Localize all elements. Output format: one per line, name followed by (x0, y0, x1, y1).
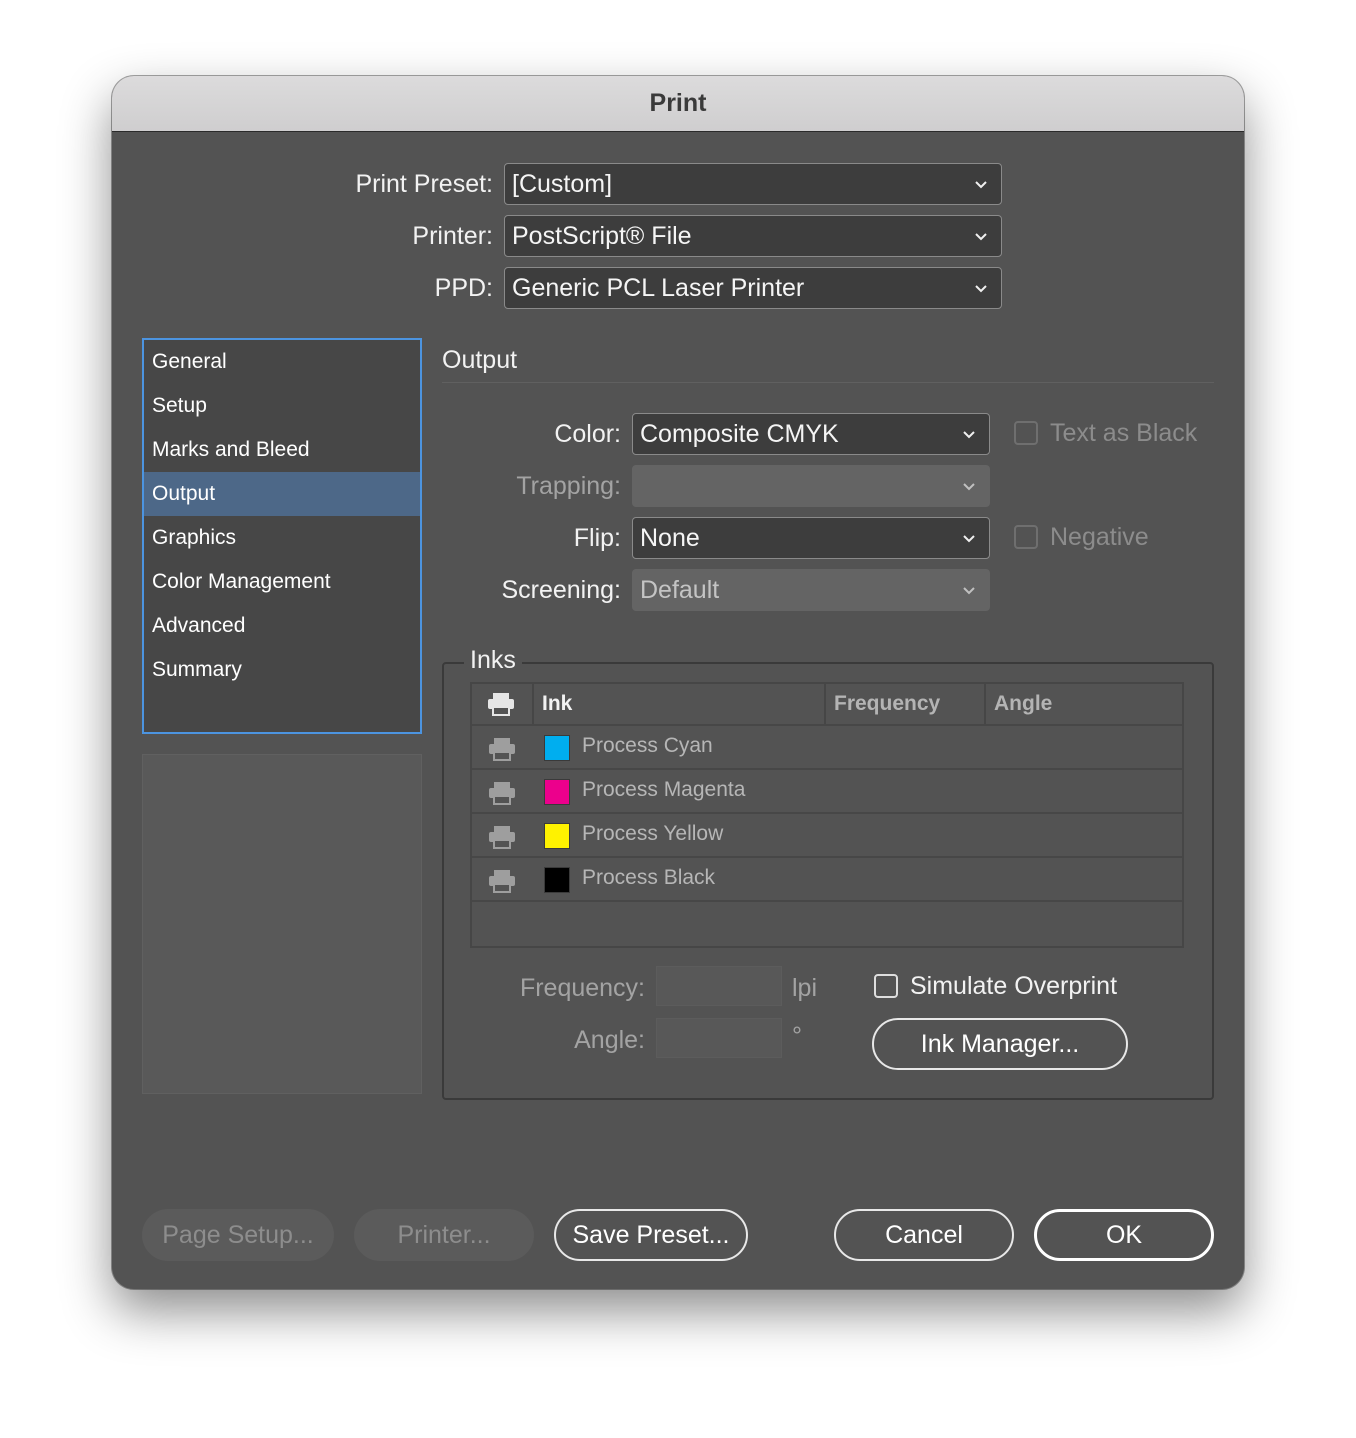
inks-table: Ink Frequency Angle Process Cyan Process… (470, 682, 1184, 948)
screening-select[interactable]: Default (632, 569, 990, 611)
color-value: Composite CMYK (640, 420, 839, 448)
chevron-down-icon (961, 530, 977, 546)
frequency-input[interactable] (656, 966, 782, 1006)
flip-label: Flip: (573, 524, 621, 552)
ink-column-header: Ink (534, 684, 826, 726)
table-row[interactable]: Process Cyan (472, 724, 1182, 768)
trapping-label: Trapping: (516, 472, 621, 500)
simulate-overprint-label: Simulate Overprint (910, 972, 1118, 1000)
flip-select[interactable]: None (632, 517, 990, 559)
table-row[interactable]: Process Magenta (472, 768, 1182, 812)
ppd-value: Generic PCL Laser Printer (512, 274, 805, 302)
printer-icon[interactable] (488, 781, 516, 805)
dialog-title: Print (112, 76, 1244, 132)
chevron-down-icon (973, 280, 989, 296)
page-setup-button[interactable]: Page Setup... (142, 1209, 334, 1261)
color-label: Color: (554, 420, 621, 448)
black-swatch (544, 867, 570, 893)
cyan-swatch (544, 735, 570, 761)
yellow-swatch (544, 823, 570, 849)
print-dialog: Print Print Preset: [Custom] Printer: Po… (112, 76, 1244, 1289)
text-as-black-label: Text as Black (1050, 419, 1198, 447)
printer-label: Printer: (412, 222, 493, 250)
trapping-select[interactable] (632, 465, 990, 507)
table-row-empty (472, 900, 1182, 946)
inks-group-title: Inks (464, 646, 522, 675)
page-preview (142, 754, 422, 1094)
printer-icon[interactable] (488, 869, 516, 893)
ink-name: Process Magenta (582, 778, 746, 801)
printer-icon[interactable] (488, 825, 516, 849)
simulate-overprint-checkbox[interactable] (874, 974, 898, 998)
table-row[interactable]: Process Yellow (472, 812, 1182, 856)
printer-select[interactable]: PostScript® File (504, 215, 1002, 257)
chevron-down-icon (961, 582, 977, 598)
frequency-column-header: Frequency (826, 684, 986, 726)
sidebar-item-setup[interactable]: Setup (144, 384, 420, 428)
sidebar-item-summary[interactable]: Summary (144, 648, 420, 692)
ink-manager-button[interactable]: Ink Manager... (872, 1018, 1128, 1070)
ok-button[interactable]: OK (1034, 1209, 1214, 1261)
cancel-button[interactable]: Cancel (834, 1209, 1014, 1261)
printer-icon (488, 693, 514, 716)
screening-value: Default (640, 576, 720, 604)
flip-value: None (640, 524, 700, 552)
print-column-header (472, 684, 534, 726)
printer-value: PostScript® File (512, 222, 692, 250)
ink-name: Process Yellow (582, 822, 724, 845)
print-preset-label: Print Preset: (355, 170, 493, 198)
sidebar-item-advanced[interactable]: Advanced (144, 604, 420, 648)
magenta-swatch (544, 779, 570, 805)
frequency-label: Frequency: (519, 974, 645, 1002)
sidebar-item-marks-and-bleed[interactable]: Marks and Bleed (144, 428, 420, 472)
ppd-label: PPD: (434, 274, 493, 302)
print-preset-value: [Custom] (512, 170, 613, 198)
angle-label: Angle: (574, 1026, 645, 1054)
table-row[interactable]: Process Black (472, 856, 1182, 900)
section-divider (442, 382, 1214, 383)
text-as-black-checkbox[interactable] (1014, 421, 1038, 445)
angle-unit: ° (792, 1022, 802, 1050)
ink-name: Process Black (582, 866, 716, 889)
chevron-down-icon (973, 228, 989, 244)
print-preset-select[interactable]: [Custom] (504, 163, 1002, 205)
printer-button[interactable]: Printer... (354, 1209, 534, 1261)
angle-input[interactable] (656, 1018, 782, 1058)
angle-column-header: Angle (994, 692, 1053, 715)
sidebar-item-output[interactable]: Output (144, 472, 420, 516)
save-preset-button[interactable]: Save Preset... (554, 1209, 748, 1261)
color-select[interactable]: Composite CMYK (632, 413, 990, 455)
frequency-unit: lpi (792, 974, 818, 1002)
ink-name: Process Cyan (582, 734, 713, 757)
sidebar-item-general[interactable]: General (144, 340, 420, 384)
ppd-select[interactable]: Generic PCL Laser Printer (504, 267, 1002, 309)
negative-label: Negative (1050, 523, 1149, 551)
chevron-down-icon (961, 478, 977, 494)
sidebar-item-graphics[interactable]: Graphics (144, 516, 420, 560)
chevron-down-icon (961, 426, 977, 442)
category-list: General Setup Marks and Bleed Output Gra… (142, 338, 422, 734)
section-title: Output (442, 346, 518, 374)
screening-label: Screening: (501, 576, 621, 604)
chevron-down-icon (973, 176, 989, 192)
printer-icon[interactable] (488, 737, 516, 761)
negative-checkbox[interactable] (1014, 525, 1038, 549)
sidebar-item-color-management[interactable]: Color Management (144, 560, 420, 604)
